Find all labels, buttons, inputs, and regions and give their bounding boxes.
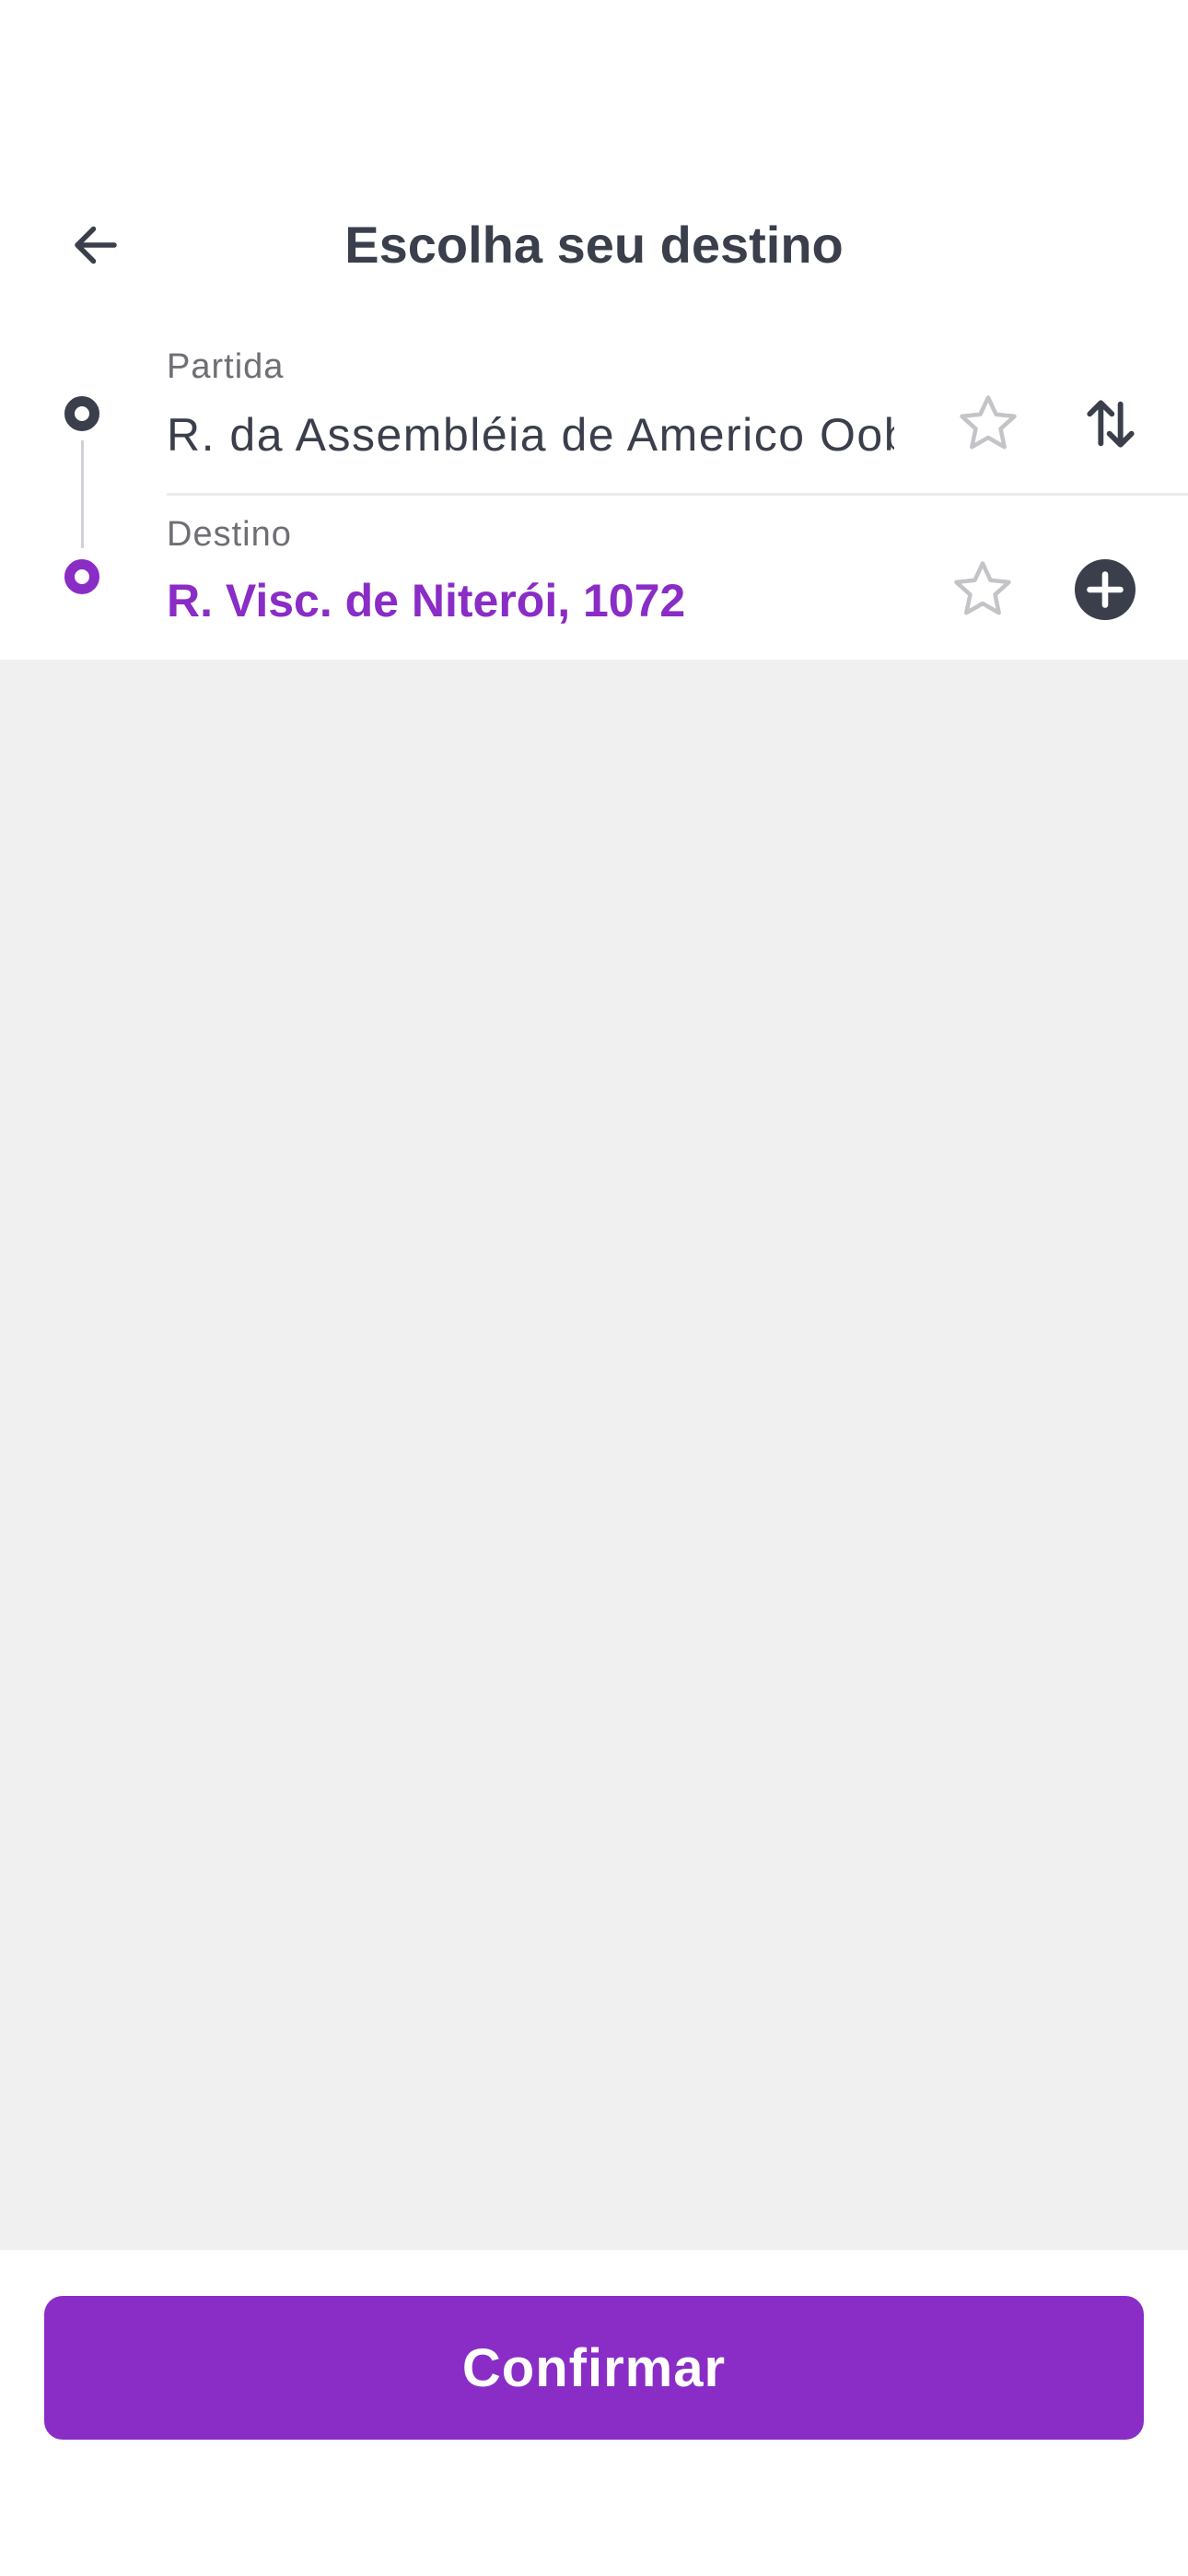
destination-label: Destino [167, 515, 292, 554]
origin-dot-icon [64, 396, 99, 431]
swap-route-button[interactable] [1069, 382, 1152, 465]
app-header: Escolha seu destino [0, 0, 1188, 332]
destination-input[interactable]: R. Visc. de Niterói, 1072 [167, 569, 894, 632]
page-title: Escolha seu destino [344, 216, 844, 274]
destination-favorite-button[interactable] [941, 548, 1024, 631]
route-panel: Partida R. da Assembléia de Americo Oob … [0, 332, 1188, 660]
arrow-left-icon [75, 226, 117, 264]
back-button[interactable] [59, 208, 133, 282]
origin-favorite-button[interactable] [947, 382, 1030, 465]
field-divider [167, 493, 1188, 496]
footer: Confirmar [0, 2250, 1188, 2576]
confirm-button[interactable]: Confirmar [44, 2296, 1144, 2440]
origin-input[interactable]: R. da Assembléia de Americo Oob [167, 404, 894, 466]
star-outline-icon [960, 395, 1017, 450]
origin-label: Partida [167, 347, 285, 386]
destination-dot-icon [64, 559, 99, 594]
add-stop-button[interactable] [1064, 548, 1147, 631]
add-circle-icon [1075, 559, 1136, 620]
suggestions-area [0, 660, 1188, 2250]
route-connector-line [81, 440, 84, 548]
star-outline-icon [954, 561, 1011, 615]
swap-vertical-icon [1087, 400, 1135, 448]
